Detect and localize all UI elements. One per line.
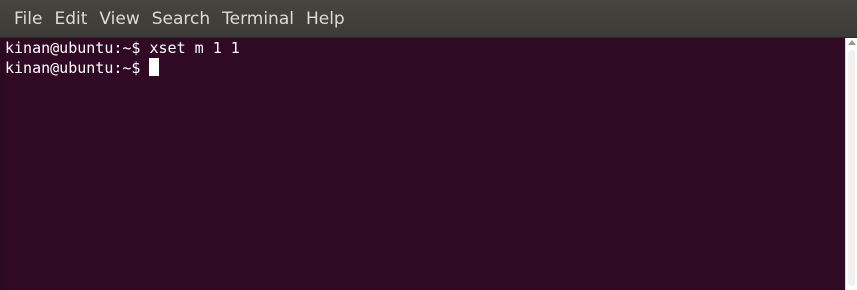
scrollbar-thumb[interactable] (848, 50, 855, 286)
terminal-prompt-line: kinan@ubuntu:~$ (5, 58, 845, 77)
menu-search[interactable]: Search (146, 0, 216, 38)
terminal-line-text: kinan@ubuntu:~$ xset m 1 1 (5, 39, 240, 57)
text-cursor (149, 58, 160, 76)
vertical-scrollbar[interactable] (845, 38, 857, 290)
menu-help[interactable]: Help (300, 0, 351, 38)
menu-terminal[interactable]: Terminal (216, 0, 300, 38)
menu-file[interactable]: File (8, 0, 48, 38)
terminal-line: kinan@ubuntu:~$ xset m 1 1 (5, 39, 845, 58)
terminal-window: File Edit View Search Terminal Help kina… (0, 0, 857, 290)
menu-edit[interactable]: Edit (48, 0, 93, 38)
menu-view[interactable]: View (93, 0, 145, 38)
menu-bar: File Edit View Search Terminal Help (0, 0, 857, 38)
terminal-output[interactable]: kinan@ubuntu:~$ xset m 1 1 kinan@ubuntu:… (5, 38, 845, 290)
terminal-prompt: kinan@ubuntu:~$ (5, 59, 141, 77)
scroll-up-arrow-icon[interactable] (848, 40, 856, 45)
